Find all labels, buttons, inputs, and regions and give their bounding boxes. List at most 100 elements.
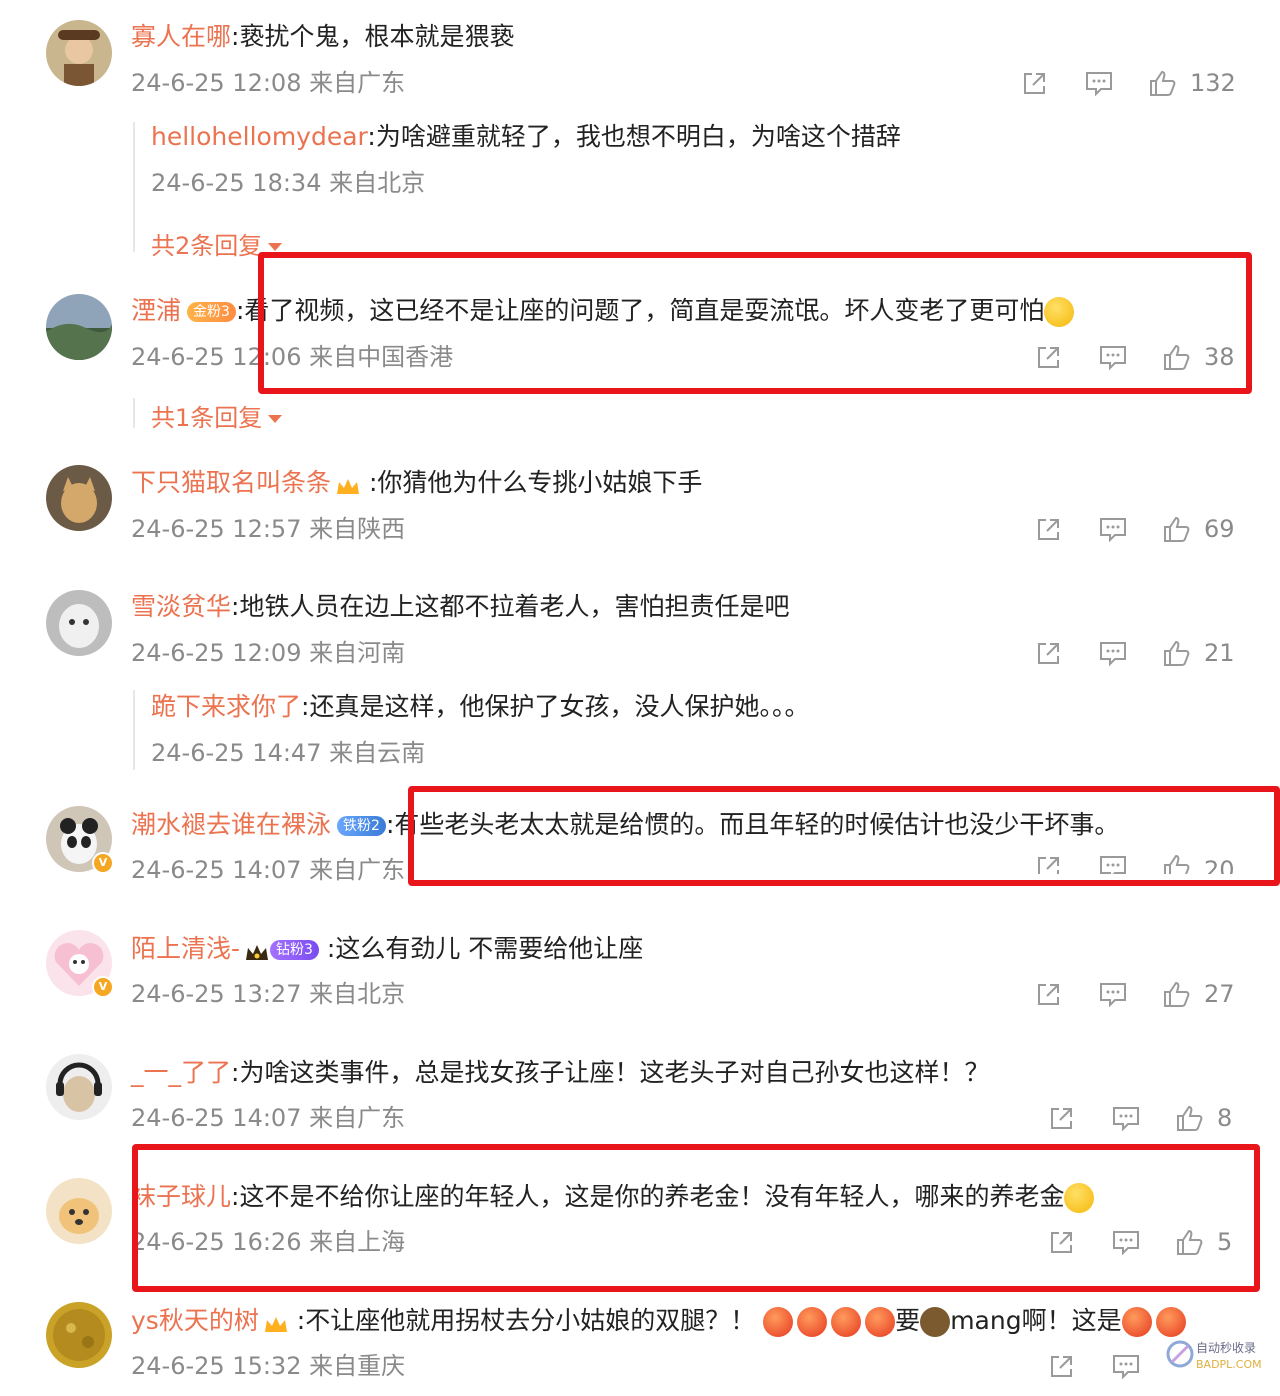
reply: hellohellomydear:为啥避重就轻了，我也想不明白，为啥这个措辞 xyxy=(151,120,901,154)
like-count: 8 xyxy=(1217,1104,1233,1132)
chevron-down-icon xyxy=(268,415,283,423)
reply-username[interactable]: hellohellomydear xyxy=(151,122,367,151)
angry-emoji-icon xyxy=(763,1307,794,1337)
highlight-box xyxy=(132,1144,1260,1292)
crown-icon xyxy=(263,1311,289,1333)
like-icon[interactable] xyxy=(1148,68,1178,98)
avatar[interactable] xyxy=(46,590,112,656)
comment-meta: 24-6-25 12:08 来自广东 xyxy=(131,69,406,97)
share-icon[interactable] xyxy=(1034,979,1064,1009)
comment-line: _一_了了:为啥这类事件，总是找女孩子让座！这老头子对自己孙女也这样！？ xyxy=(131,1056,989,1090)
share-icon[interactable] xyxy=(1034,514,1064,544)
like-count: 27 xyxy=(1204,980,1235,1008)
comment-text: :你猜他为什么专挑小姑娘下手 xyxy=(368,468,703,497)
comment-meta: 24-6-25 12:57 来自陕西 xyxy=(131,515,406,543)
avatar[interactable] xyxy=(46,1054,112,1120)
cat-emoji-icon xyxy=(920,1307,951,1337)
comment-line: 雪淡贫华:地铁人员在边上这都不拉着老人，害怕担责任是吧 xyxy=(131,590,789,624)
fan-badge: 金粉3 xyxy=(187,302,236,322)
username[interactable]: 湮浦 xyxy=(131,296,181,325)
highlight-box xyxy=(408,786,1280,886)
share-icon[interactable] xyxy=(1047,1103,1077,1133)
angry-emoji-icon xyxy=(797,1307,828,1337)
username[interactable]: _一_了了 xyxy=(131,1058,231,1087)
comment-icon[interactable] xyxy=(1084,68,1114,98)
verified-icon: V xyxy=(92,852,114,874)
comment-text: :为啥这类事件，总是找女孩子让座！这老头子对自己孙女也这样！？ xyxy=(231,1058,990,1087)
comment-line: 寡人在哪:亵扰个鬼，根本就是猥亵 xyxy=(131,20,514,54)
like-icon[interactable] xyxy=(1162,638,1192,668)
reply-thread-line xyxy=(133,398,135,428)
watermark-line1: 自动秒收录 xyxy=(1196,1341,1256,1355)
reply-text: :为啥避重就轻了，我也想不明白，为啥这个措辞 xyxy=(367,122,901,151)
comment-text: :这么有劲儿 不需要给他让座 xyxy=(326,934,644,963)
share-icon[interactable] xyxy=(1020,68,1050,98)
crown-icon xyxy=(335,473,361,495)
angry-emoji-icon xyxy=(831,1307,862,1337)
comment-line: 下只猫取名叫条条 :你猜他为什么专挑小姑娘下手 xyxy=(131,466,702,500)
comment-icon[interactable] xyxy=(1098,638,1128,668)
comment-icon[interactable] xyxy=(1098,514,1128,544)
action-bar: 132 xyxy=(1020,66,1236,100)
avatar[interactable] xyxy=(46,294,112,360)
username[interactable]: 陌上清浅- xyxy=(131,934,240,963)
share-icon[interactable] xyxy=(1047,1351,1077,1381)
like-icon[interactable] xyxy=(1162,979,1192,1009)
comment-meta: 24-6-25 15:32 来自重庆 xyxy=(131,1352,406,1380)
comment-meta: 24-6-25 13:27 来自北京 xyxy=(131,980,406,1008)
watermark-logo: 自动秒收录 BADPL.COM xyxy=(1166,1332,1262,1376)
comment-icon[interactable] xyxy=(1098,979,1128,1009)
angry-emoji-icon xyxy=(1121,1307,1152,1337)
comment-icon[interactable] xyxy=(1111,1103,1141,1133)
username[interactable]: 下只猫取名叫条条 xyxy=(131,468,331,497)
action-bar: 21 xyxy=(1034,636,1235,670)
comment-line: ys秋天的树 :不让座他就用拐杖去分小姑娘的双腿？！ 要 mang啊！这是 xyxy=(131,1304,1186,1338)
username[interactable]: 雪淡贫华 xyxy=(131,592,231,621)
more-replies-label: 共1条回复 xyxy=(151,404,263,432)
username[interactable]: ys秋天的树 xyxy=(131,1306,259,1335)
reply-meta: 24-6-25 18:34 来自北京 xyxy=(151,169,426,197)
action-bar: 27 xyxy=(1034,977,1235,1011)
comment-text: :地铁人员在边上这都不拉着老人，害怕担责任是吧 xyxy=(231,592,790,621)
angry-emoji-icon xyxy=(865,1307,896,1337)
action-bar: 8 xyxy=(1047,1101,1232,1135)
more-replies-label: 共2条回复 xyxy=(151,232,263,260)
comment-meta: 24-6-25 14:07 来自广东 xyxy=(131,1104,406,1132)
highlight-box xyxy=(258,252,1252,394)
like-count: 21 xyxy=(1204,639,1235,667)
like-icon[interactable] xyxy=(1162,514,1192,544)
reply-text: :还真是这样，他保护了女孩，没人保护她。。。 xyxy=(301,692,810,721)
comment-icon[interactable] xyxy=(1111,1351,1141,1381)
comment-line: 陌上清浅- 钻粉3 :这么有劲儿 不需要给他让座 xyxy=(131,932,643,966)
avatar[interactable] xyxy=(46,1302,112,1368)
comment-text: :亵扰个鬼，根本就是猥亵 xyxy=(231,22,515,51)
username[interactable]: 寡人在哪 xyxy=(131,22,231,51)
action-bar xyxy=(1047,1349,1175,1383)
comment-meta: 24-6-25 14:07 来自广东 xyxy=(131,856,406,884)
comment-text-cont: mang啊！这是 xyxy=(950,1306,1122,1335)
chevron-down-icon xyxy=(268,243,283,251)
avatar[interactable] xyxy=(46,20,112,86)
action-bar: 69 xyxy=(1034,512,1235,546)
like-icon[interactable] xyxy=(1175,1103,1205,1133)
verified-icon: V xyxy=(92,976,114,998)
share-icon[interactable] xyxy=(1034,638,1064,668)
reply-username[interactable]: 跪下来求你了 xyxy=(151,692,301,721)
avatar[interactable] xyxy=(46,1178,112,1244)
comment-meta: 24-6-25 12:09 来自河南 xyxy=(131,639,406,667)
reply-thread-line xyxy=(133,122,135,252)
username[interactable]: 潮水褪去谁在裸泳 xyxy=(131,810,331,839)
watermark-line2: BADPL.COM xyxy=(1196,1358,1262,1371)
comment-text: :不让座他就用拐杖去分小姑娘的双腿？！ xyxy=(296,1306,756,1335)
reply-thread-line xyxy=(133,690,135,770)
reply-meta: 24-6-25 14:47 来自云南 xyxy=(151,739,426,767)
crown-icon xyxy=(244,939,270,961)
more-replies-link[interactable]: 共1条回复 xyxy=(151,398,283,433)
avatar[interactable] xyxy=(46,465,112,531)
fan-badge: 钻粉3 xyxy=(270,940,319,960)
like-count: 69 xyxy=(1204,515,1235,543)
fan-badge: 铁粉2 xyxy=(337,816,386,836)
like-count: 132 xyxy=(1190,69,1236,97)
reply: 跪下来求你了:还真是这样，他保护了女孩，没人保护她。。。 xyxy=(151,690,809,724)
comment-text-cont: 要 xyxy=(895,1306,921,1335)
